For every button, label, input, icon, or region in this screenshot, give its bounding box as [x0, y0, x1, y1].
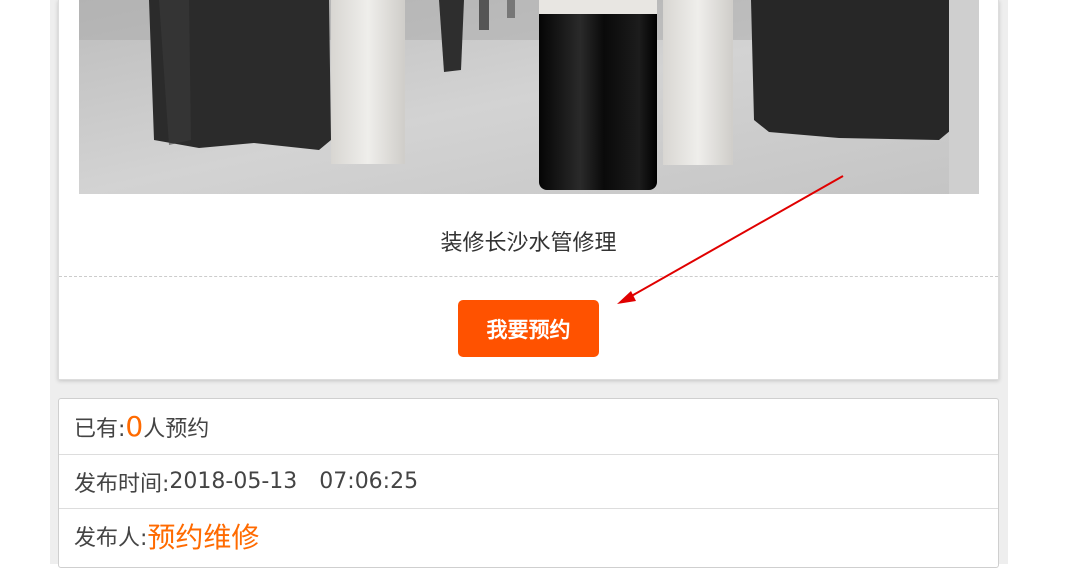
- booking-count-row: 已有: 0 人预约: [59, 399, 998, 455]
- publish-date: 2018-05-13: [169, 469, 298, 494]
- booking-suffix-label: 人预约: [143, 416, 210, 442]
- divider: [59, 276, 998, 277]
- booking-prefix-label: 已有:: [74, 416, 126, 442]
- publish-time: 07:06:25: [319, 469, 419, 494]
- listing-photo: [79, 0, 979, 194]
- info-panel: 已有: 0 人预约 发布时间: 2018-05-13 07:06:25 发布人: 预约维修: [58, 398, 999, 568]
- booking-count: 0: [125, 410, 144, 443]
- publisher-name[interactable]: 预约维修: [147, 516, 259, 556]
- publish-time-row: 发布时间: 2018-05-13 07:06:25: [59, 455, 998, 509]
- publisher-row: 发布人: 预约维修: [59, 509, 998, 563]
- publisher-label: 发布人:: [74, 526, 148, 551]
- listing-card: 装修长沙水管修理 我要预约: [58, 0, 999, 380]
- book-button[interactable]: 我要预约: [458, 300, 599, 357]
- publish-time-label: 发布时间:: [74, 471, 170, 497]
- listing-title: 装修长沙水管修理: [440, 231, 617, 256]
